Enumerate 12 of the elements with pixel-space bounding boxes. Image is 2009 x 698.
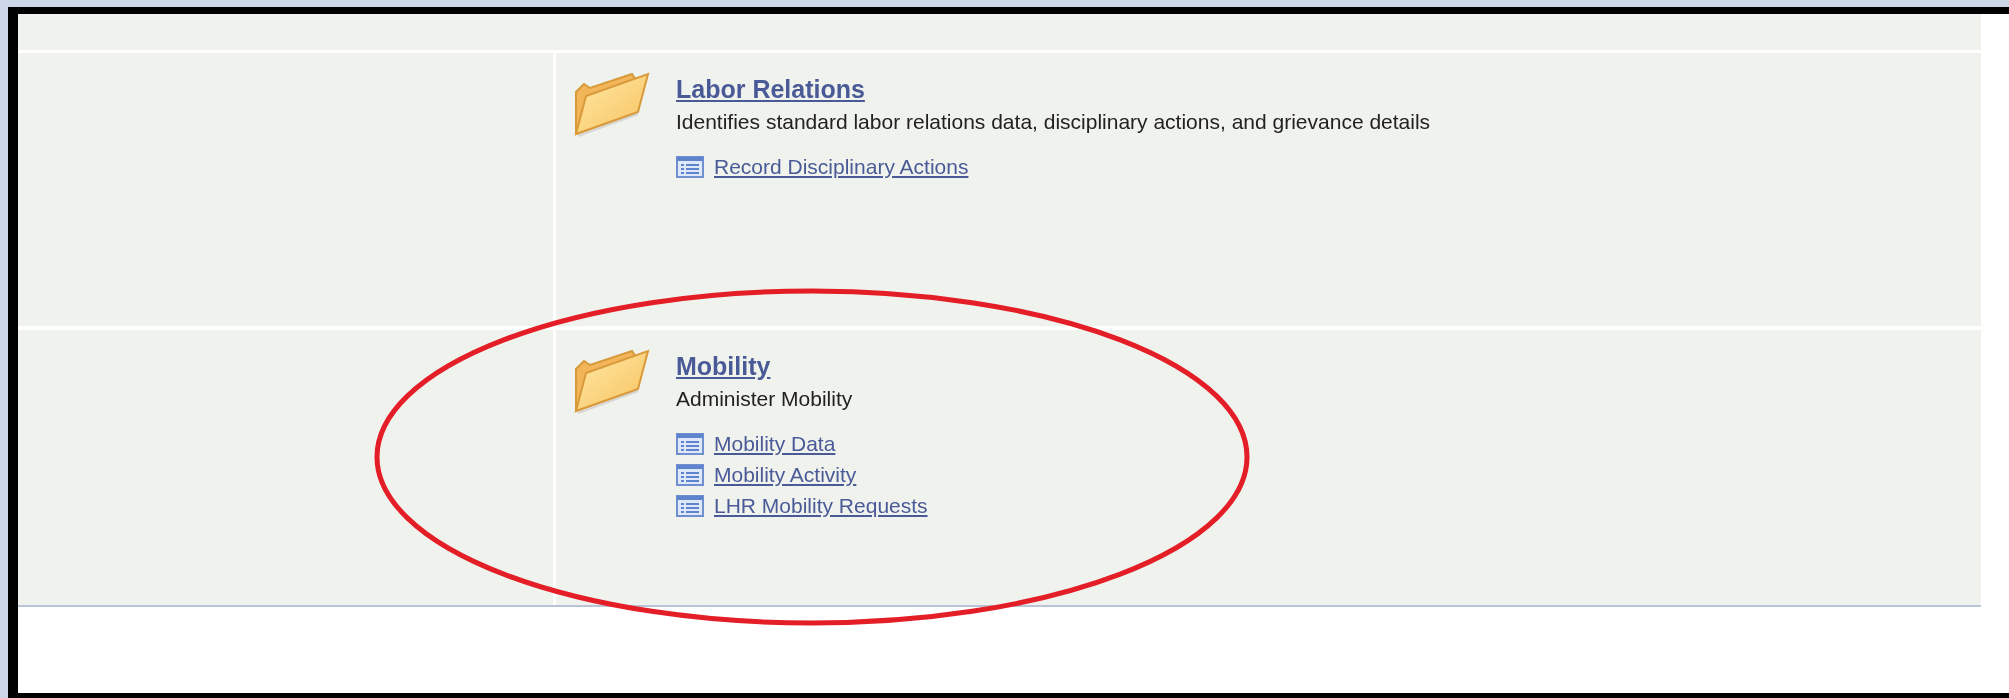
page-link[interactable]: Mobility Data: [714, 431, 836, 456]
list-icon: [676, 432, 704, 455]
category-description: Administer Mobility: [676, 386, 854, 412]
category-link[interactable]: Mobility: [676, 351, 928, 381]
list-icon: [676, 494, 704, 517]
page-link[interactable]: Record Disciplinary Actions: [714, 154, 969, 179]
category-link[interactable]: Labor Relations: [676, 74, 1431, 104]
page-link[interactable]: Mobility Activity: [714, 462, 857, 487]
category-description: Identifies standard labor relations data, disciplinary actions, and grievance details: [676, 109, 1431, 135]
list-icon: [676, 463, 704, 486]
list-icon: [676, 155, 704, 178]
page-link[interactable]: LHR Mobility Requests: [714, 493, 928, 518]
